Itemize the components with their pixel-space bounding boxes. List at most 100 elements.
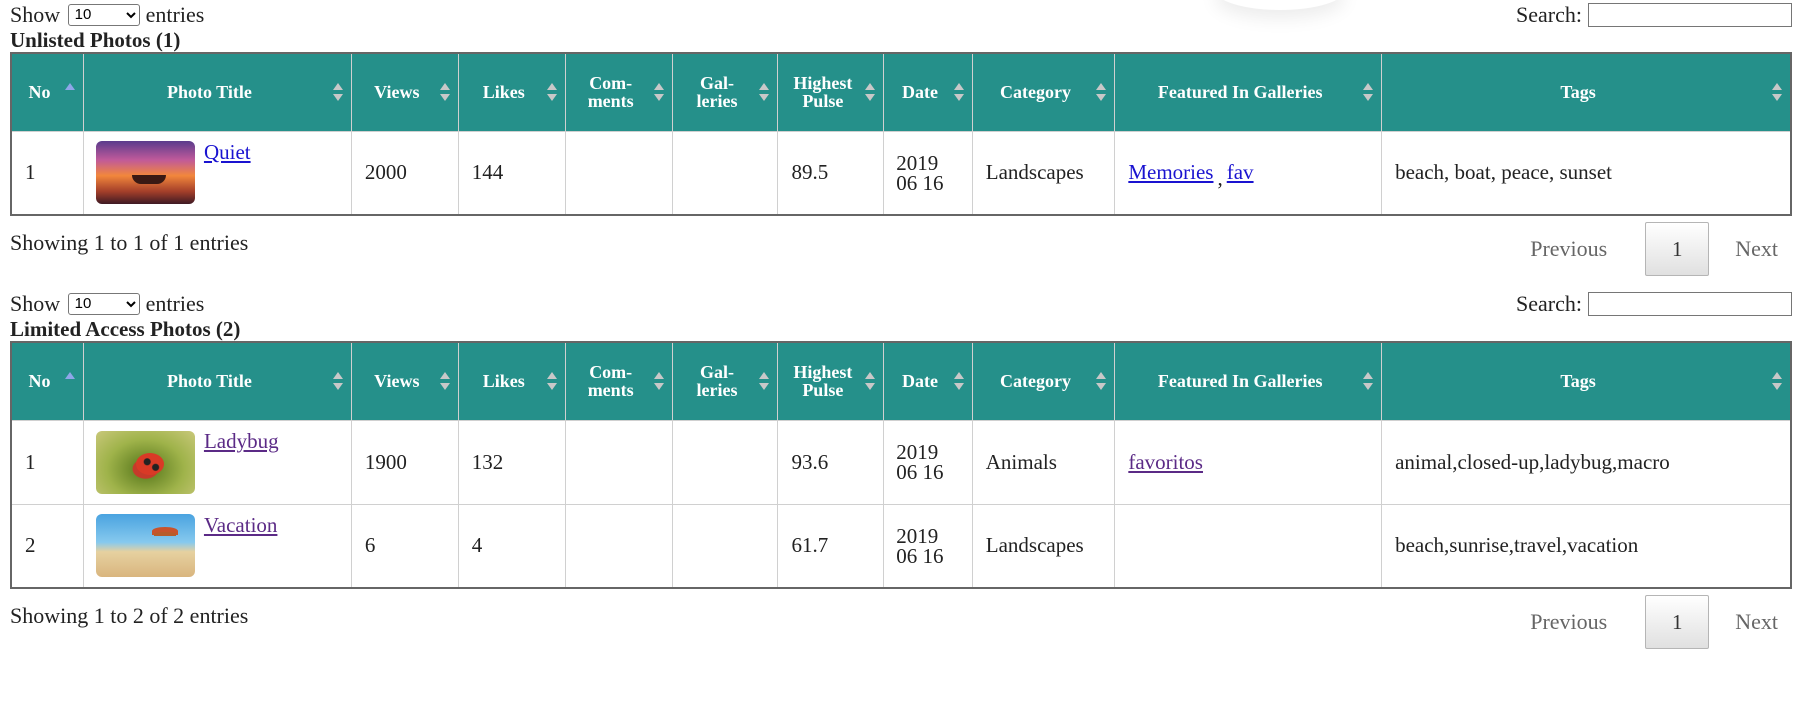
likes-cell: 132 [457, 419, 566, 505]
pagination: Previous 1 Next [1530, 595, 1778, 649]
sort-icon [1363, 82, 1374, 102]
column-header[interactable]: Featured In Galleries [1114, 341, 1383, 421]
page-length-select[interactable]: 10 [67, 292, 140, 315]
views-cell: 6 [350, 503, 459, 589]
search-control: Search: [1516, 290, 1792, 320]
column-header-label: Highest Pulse [793, 362, 853, 401]
photo-thumbnail[interactable] [95, 141, 195, 205]
column-header[interactable]: Views [350, 341, 459, 421]
table-title: Unlisted Photos (1) [10, 28, 181, 52]
column-header[interactable]: Com- ments [564, 52, 673, 132]
date-month-day: 06 16 [896, 170, 944, 195]
table-row: 2 Vacation 6 4 61.7 2019 06 16 Landscapes beach,… [10, 503, 1792, 589]
column-header-label: Highest Pulse [793, 73, 853, 112]
column-header[interactable]: No [10, 52, 84, 132]
sort-icon [759, 371, 770, 391]
date-cell: 2019 06 16 [883, 130, 973, 216]
table-row: 1 Quiet 2000 144 89.5 2019 06 16 Landscapes Memo… [10, 130, 1792, 216]
column-header-label: Photo Title [166, 371, 252, 392]
column-header-label: Likes [482, 371, 525, 392]
pulse-cell: 93.6 [777, 419, 885, 505]
column-header[interactable]: Date [883, 52, 973, 132]
photo-title-link[interactable]: Quiet [204, 140, 251, 165]
gallery-link[interactable]: Memories [1128, 160, 1213, 184]
column-header[interactable]: Category [971, 341, 1116, 421]
column-header[interactable]: No [10, 341, 84, 421]
pulse-cell: 61.7 [777, 503, 885, 589]
page-length-control: Show 10 entries [10, 290, 204, 319]
column-header-label: Date [901, 371, 938, 392]
sort-icon [1096, 82, 1107, 102]
column-header[interactable]: Tags [1381, 52, 1792, 132]
column-header[interactable]: Gal- leries [671, 341, 779, 421]
column-header[interactable]: Tags [1381, 341, 1792, 421]
column-header-label: Com- ments [587, 73, 634, 112]
gallery-link[interactable]: favoritos [1128, 450, 1203, 474]
date-cell: 2019 06 16 [883, 419, 973, 505]
entries-label: entries [145, 2, 205, 27]
pagination: Previous 1 Next [1530, 222, 1778, 276]
search-input[interactable] [1588, 2, 1792, 27]
photo-thumbnail[interactable] [95, 430, 195, 494]
sort-icon [332, 82, 343, 102]
sort-icon [865, 371, 876, 391]
sort-icon [332, 371, 343, 391]
row-number: 2 [10, 503, 84, 589]
page-button[interactable]: 1 [1645, 595, 1710, 649]
previous-button[interactable]: Previous [1530, 236, 1607, 262]
galleries-cell [671, 503, 779, 589]
column-header[interactable]: Photo Title [82, 52, 352, 132]
gallery-link[interactable]: fav [1227, 160, 1254, 184]
column-header-label: Com- ments [587, 362, 634, 401]
column-header[interactable]: Highest Pulse [777, 52, 885, 132]
column-header[interactable]: Date [883, 341, 973, 421]
column-header-label: Featured In Galleries [1157, 82, 1323, 103]
table-title: Limited Access Photos (2) [10, 317, 241, 341]
table-controls: Show 10 entries Search: [10, 1, 1792, 29]
photos-table: No Photo Title Views Likes Com- ments Gal- le… [10, 341, 1792, 589]
photo-title-link[interactable]: Vacation [204, 513, 277, 538]
sort-icon [953, 371, 964, 391]
tags-cell: beach,sunrise,travel,vacation [1381, 503, 1792, 589]
sort-icon [653, 371, 664, 391]
column-header[interactable]: Gal- leries [671, 52, 779, 132]
entries-label: entries [145, 291, 205, 316]
column-header[interactable]: Photo Title [82, 341, 352, 421]
next-button[interactable]: Next [1735, 609, 1778, 635]
column-header[interactable]: Featured In Galleries [1114, 52, 1383, 132]
photo-thumbnail[interactable] [95, 514, 195, 578]
page-button[interactable]: 1 [1645, 222, 1710, 276]
sort-icon [1772, 371, 1782, 391]
featured-galleries-cell: favoritos [1114, 419, 1383, 505]
column-header-label: Date [901, 82, 938, 103]
sort-icon [439, 371, 450, 391]
sort-icon [64, 82, 75, 102]
likes-cell: 144 [457, 130, 566, 216]
sort-icon [1096, 371, 1107, 391]
column-header-label: Featured In Galleries [1157, 371, 1323, 392]
search-label: Search: [1516, 2, 1582, 27]
table-controls: Show 10 entries Search: [10, 290, 1792, 318]
sort-icon [64, 371, 75, 391]
date-month-day: 06 16 [896, 460, 944, 484]
show-label: Show [10, 291, 61, 316]
column-header-label: Views [374, 371, 420, 392]
photo-title-link[interactable]: Ladybug [204, 429, 279, 454]
page-length-select[interactable]: 10 [67, 3, 140, 26]
column-header[interactable]: Highest Pulse [777, 341, 885, 421]
tags-cell: animal,closed-up,ladybug,macro [1381, 419, 1792, 505]
column-header[interactable]: Likes [457, 341, 566, 421]
views-cell: 1900 [350, 419, 459, 505]
column-header[interactable]: Com- ments [564, 341, 673, 421]
column-header-label: Tags [1560, 371, 1596, 392]
column-header-label: No [28, 371, 51, 392]
category-cell: Landscapes [971, 130, 1116, 216]
search-input[interactable] [1588, 291, 1792, 316]
next-button[interactable]: Next [1735, 236, 1778, 262]
column-header[interactable]: Category [971, 52, 1116, 132]
photo-title-cell: Vacation [82, 503, 352, 589]
column-header[interactable]: Views [350, 52, 459, 132]
column-header-label: Photo Title [166, 82, 252, 103]
column-header[interactable]: Likes [457, 52, 566, 132]
previous-button[interactable]: Previous [1530, 609, 1607, 635]
